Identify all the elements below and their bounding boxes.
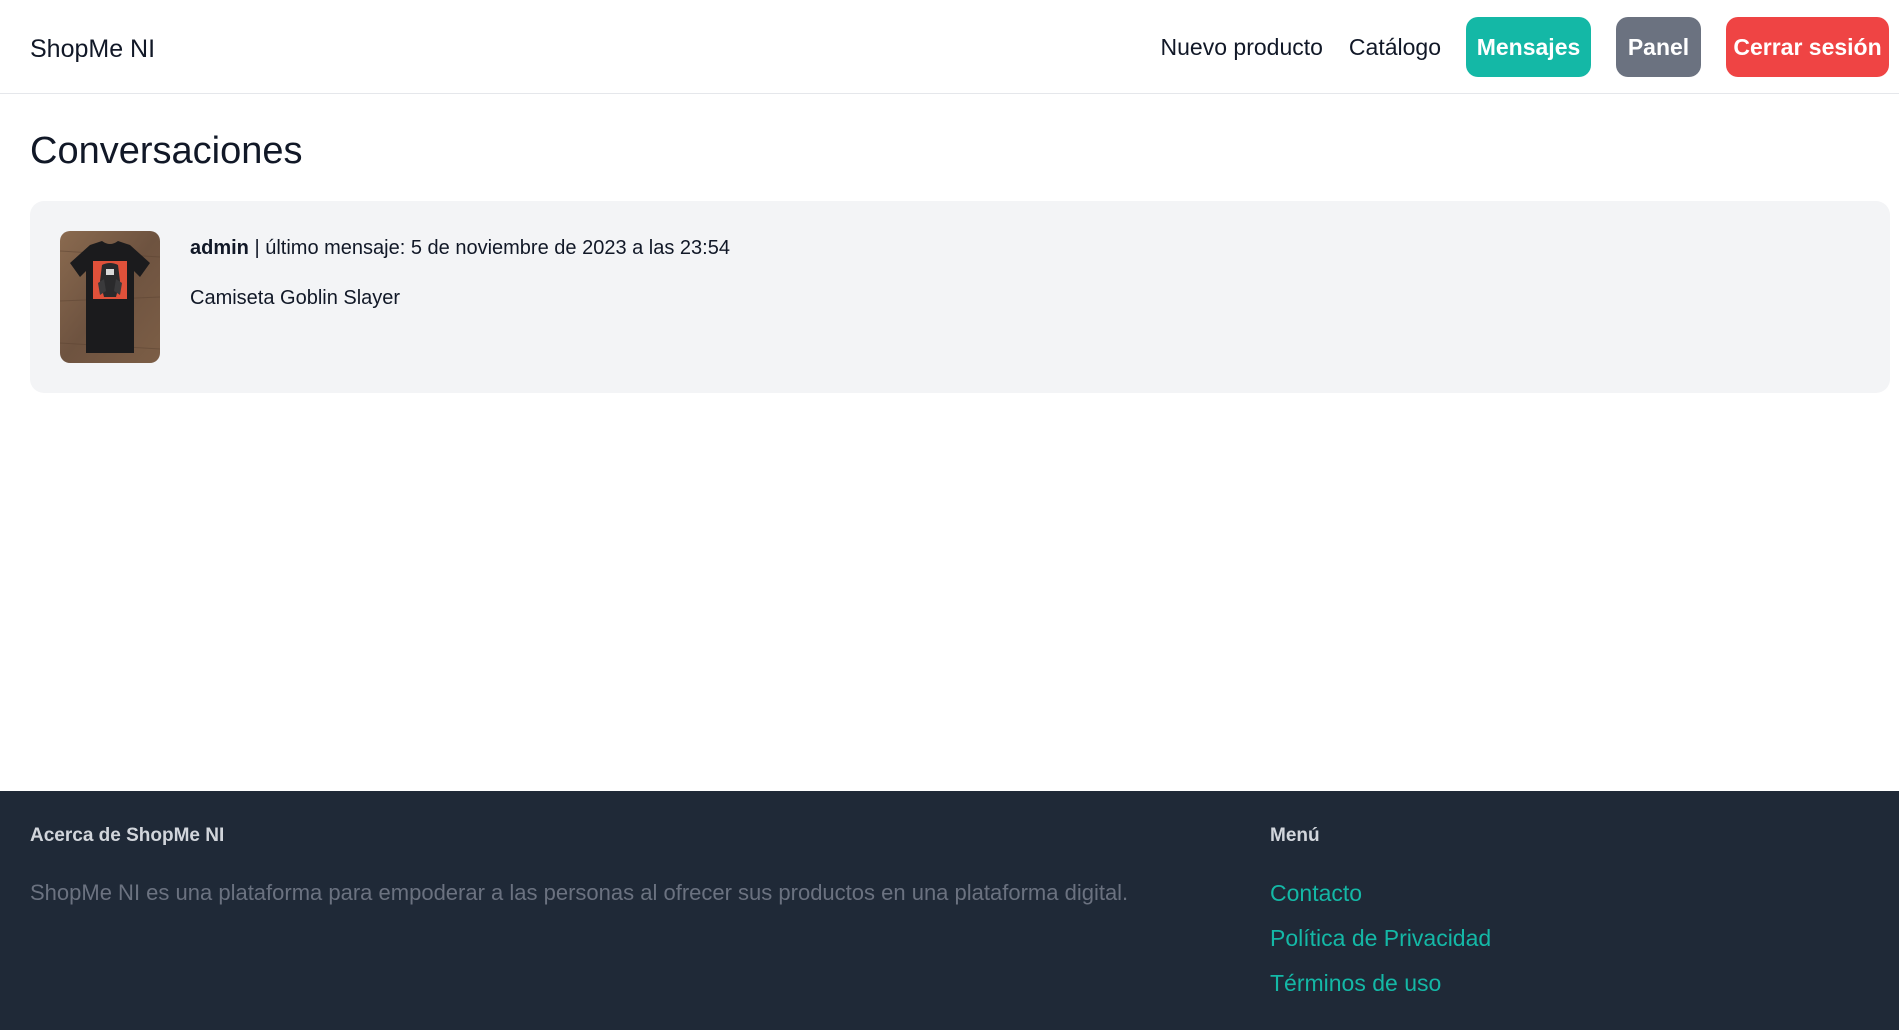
footer-link-terms[interactable]: Términos de uso	[1270, 968, 1491, 1013]
footer-link-contact[interactable]: Contacto	[1270, 878, 1491, 923]
site-footer: Acerca de ShopMe NI ShopMe NI es una pla…	[0, 791, 1899, 1030]
footer-link-privacy[interactable]: Política de Privacidad	[1270, 923, 1491, 968]
footer-menu-title: Menú	[1270, 825, 1320, 846]
nav-catalog-link[interactable]: Catálogo	[1349, 34, 1441, 61]
logout-button[interactable]: Cerrar sesión	[1726, 17, 1889, 77]
conversation-user: admin	[190, 237, 249, 259]
product-thumbnail	[60, 231, 160, 363]
nav-new-product-link[interactable]: Nuevo producto	[1161, 34, 1323, 61]
brand-logo-link[interactable]: ShopMe NI	[30, 33, 155, 65]
top-navbar: ShopMe NI Nuevo producto Catálogo Mensaj…	[0, 0, 1899, 94]
conversation-item[interactable]: admin | último mensaje: 5 de noviembre d…	[30, 201, 1890, 393]
conversation-meta: admin | último mensaje: 5 de noviembre d…	[190, 235, 730, 261]
tshirt-product-image	[60, 231, 160, 363]
last-message-timestamp: último mensaje: 5 de noviembre de 2023 a…	[265, 237, 730, 259]
meta-separator: |	[254, 237, 260, 259]
panel-button[interactable]: Panel	[1616, 17, 1701, 77]
messages-button[interactable]: Mensajes	[1466, 17, 1591, 77]
page-title: Conversaciones	[30, 130, 303, 172]
footer-menu-links: Contacto Política de Privacidad Términos…	[1270, 878, 1491, 1013]
nav-menu: Nuevo producto Catálogo Mensajes Panel C…	[1161, 17, 1889, 77]
footer-about-title: Acerca de ShopMe NI	[30, 825, 225, 846]
footer-about-text: ShopMe NI es una plataforma para empoder…	[30, 880, 1129, 905]
conversation-product-name: Camiseta Goblin Slayer	[190, 287, 401, 309]
